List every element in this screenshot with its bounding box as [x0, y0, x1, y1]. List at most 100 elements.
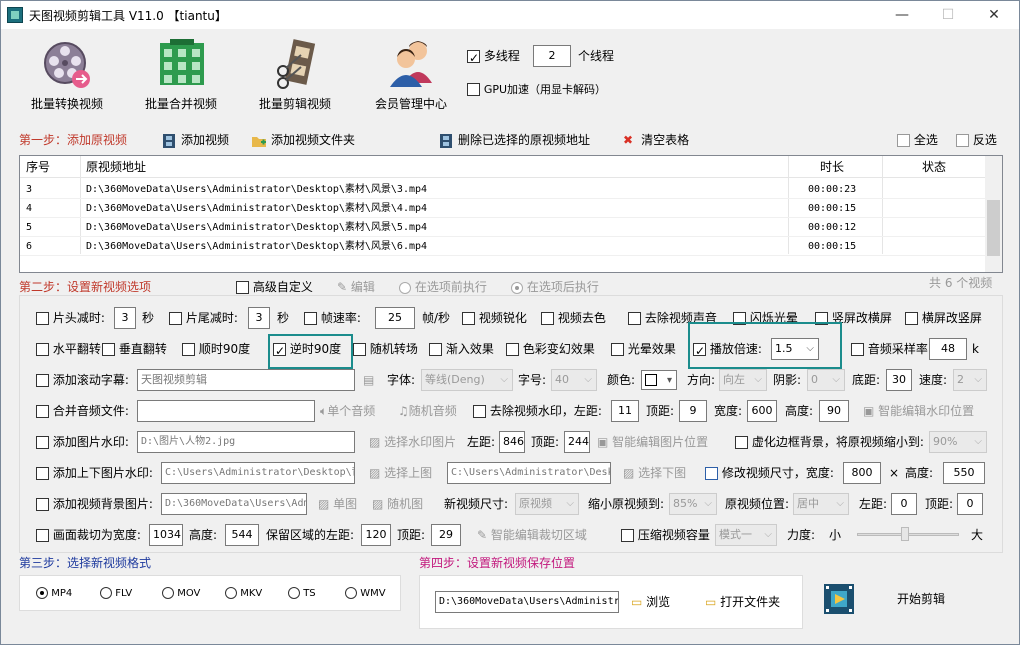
- bg-image-input[interactable]: D:\360MoveData\Users\Adm: [161, 493, 307, 515]
- smart-watermark-button[interactable]: ▣ 智能编辑水印位置: [863, 401, 974, 421]
- maximize-button[interactable]: ☐: [925, 1, 971, 29]
- crop-height-input[interactable]: 544: [225, 524, 259, 546]
- delete-selected-button[interactable]: 删除已选择的原视频地址: [438, 130, 590, 150]
- single-image-button[interactable]: ▨ 单图: [318, 494, 357, 514]
- multithread-checkbox[interactable]: [467, 48, 480, 68]
- font-size-select[interactable]: 40 ⌵: [551, 369, 597, 391]
- bg-image-option[interactable]: 添加视频背景图片:: [36, 494, 153, 514]
- single-audio-button[interactable]: 🔈︎单个音频: [320, 401, 375, 421]
- shrink-select[interactable]: 85% ⌵: [669, 493, 717, 515]
- position-select[interactable]: 居中 ⌵: [793, 493, 849, 515]
- fade-in-option[interactable]: 渐入效果: [429, 339, 494, 359]
- start-edit-button[interactable]: 开始剪辑: [897, 589, 945, 609]
- keep-top-input[interactable]: 29: [431, 524, 461, 546]
- fps-input[interactable]: 25: [375, 307, 415, 329]
- col-status[interactable]: 状态: [922, 156, 946, 178]
- img-left-input[interactable]: 846: [499, 431, 525, 453]
- format-mov[interactable]: MOV: [162, 584, 200, 604]
- smart-crop-button[interactable]: ✎ 智能编辑裁切区域: [477, 525, 587, 545]
- before-option[interactable]: 在选项前执行: [399, 277, 487, 297]
- resize-width-input[interactable]: 800: [843, 462, 881, 484]
- gpu-checkbox[interactable]: [467, 83, 480, 96]
- format-ts[interactable]: TS: [288, 584, 316, 604]
- hflip-option[interactable]: 水平翻转: [36, 339, 101, 359]
- sharpen-option[interactable]: 视频锐化: [462, 308, 527, 328]
- invert-selection-button[interactable]: 反选: [956, 130, 997, 150]
- video-table[interactable]: 序号 原视频地址 时长 状态 3 D:\360MoveData\Users\Ad…: [19, 155, 1003, 273]
- after-option[interactable]: 在选项后执行: [511, 277, 599, 297]
- shadow-select[interactable]: 0 ⌵: [807, 369, 845, 391]
- col-path[interactable]: 原视频地址: [86, 156, 146, 178]
- crop-width-input[interactable]: 1034: [149, 524, 183, 546]
- pos-top-input[interactable]: 0: [957, 493, 983, 515]
- random-audio-button[interactable]: ♫随机音频: [398, 401, 457, 421]
- bottom-input[interactable]: 30: [886, 369, 912, 391]
- format-mkv[interactable]: MKV: [225, 584, 262, 604]
- speed2-select[interactable]: 2 ⌵: [953, 369, 987, 391]
- wm-height-input[interactable]: 90: [819, 400, 849, 422]
- compress-mode-select[interactable]: 模式一 ⌵: [715, 524, 777, 546]
- table-row[interactable]: 5 D:\360MoveData\Users\Administrator\Des…: [20, 218, 986, 237]
- save-path-input[interactable]: D:\360MoveData\Users\Administr: [435, 591, 619, 613]
- font-edit-icon[interactable]: ▤: [363, 370, 374, 390]
- random-image-button[interactable]: ▨ 随机图: [372, 494, 423, 514]
- decolor-option[interactable]: 视频去色: [541, 308, 606, 328]
- col-index[interactable]: 序号: [26, 156, 50, 178]
- film-reel-convert-icon[interactable]: [41, 39, 93, 91]
- wm-width-input[interactable]: 600: [747, 400, 777, 422]
- audio-rate-option[interactable]: 音频采样率:: [851, 339, 932, 359]
- font-select[interactable]: 等线(Deng) ⌵: [421, 369, 513, 391]
- format-wmv[interactable]: WMV: [345, 584, 386, 604]
- choose-top-button[interactable]: ▨ 选择上图: [369, 463, 432, 483]
- advanced-option[interactable]: 高级自定义: [236, 277, 313, 297]
- col-duration[interactable]: 时长: [820, 156, 844, 178]
- merge-audio-input[interactable]: [137, 400, 315, 422]
- color-picker[interactable]: ▾: [641, 370, 677, 390]
- batch-convert-button[interactable]: 批量转换视频: [31, 95, 103, 112]
- tail-cut-input[interactable]: 3: [248, 307, 270, 329]
- format-mp4[interactable]: MP4: [36, 584, 72, 604]
- tail-cut-option[interactable]: 片尾减时:: [169, 308, 238, 328]
- new-size-select[interactable]: 原视频 ⌵: [515, 493, 579, 515]
- table-row[interactable]: 4 D:\360MoveData\Users\Administrator\Des…: [20, 199, 986, 218]
- scrollbar-thumb[interactable]: [987, 200, 1000, 256]
- thread-count-input[interactable]: 2: [533, 45, 571, 67]
- random-transition-option[interactable]: 随机转场: [353, 339, 418, 359]
- fps-option[interactable]: 帧速率:: [304, 308, 361, 328]
- image-watermark-option[interactable]: 添加图片水印:: [36, 432, 129, 452]
- add-video-button[interactable]: 添加视频: [161, 130, 229, 150]
- edit-button[interactable]: ✎ 编辑: [337, 277, 375, 297]
- vflip-option[interactable]: 垂直翻转: [102, 339, 167, 359]
- add-folder-button[interactable]: 添加视频文件夹: [251, 130, 355, 150]
- scroll-subtitle-input[interactable]: 天图视频剪辑: [137, 369, 355, 391]
- choose-bottom-button[interactable]: ▨ 选择下图: [623, 463, 686, 483]
- head-cut-option[interactable]: 片头减时:: [36, 308, 105, 328]
- blur-bg-option[interactable]: 虚化边框背景，将原视频缩小到:: [735, 432, 924, 452]
- h2v-option[interactable]: 横屏改竖屏: [905, 308, 982, 328]
- after-radio[interactable]: [511, 281, 523, 294]
- smart-image-button[interactable]: ▣ 智能编辑图片位置: [597, 432, 708, 452]
- resize-option[interactable]: 修改视频尺寸，宽度:: [705, 463, 834, 483]
- format-flv[interactable]: FLV: [100, 584, 132, 604]
- scroll-subtitle-option[interactable]: 添加滚动字幕:: [36, 370, 129, 390]
- close-button[interactable]: ✕: [971, 1, 1017, 29]
- color-fx-option[interactable]: 色彩变幻效果: [506, 339, 595, 359]
- audio-rate-input[interactable]: 48: [929, 338, 967, 360]
- advanced-checkbox[interactable]: [236, 281, 249, 294]
- blur-select[interactable]: 90% ⌵: [929, 431, 987, 453]
- halo-option[interactable]: 光晕效果: [611, 339, 676, 359]
- members-icon[interactable]: [386, 37, 438, 89]
- strength-slider-thumb[interactable]: [901, 527, 909, 541]
- image-watermark-input[interactable]: D:\图片\人物2.jpg: [137, 431, 355, 453]
- top-image-input[interactable]: C:\Users\Administrator\Desktop\背: [161, 462, 355, 484]
- table-row[interactable]: 3 D:\360MoveData\Users\Administrator\Des…: [20, 180, 986, 199]
- bottom-image-input[interactable]: C:\Users\Administrator\Desk: [447, 462, 611, 484]
- wm-left-input[interactable]: 11: [611, 400, 639, 422]
- browse-button[interactable]: ▭ 浏览: [631, 592, 670, 612]
- film-scissors-icon[interactable]: [271, 37, 323, 89]
- head-cut-input[interactable]: 3: [114, 307, 136, 329]
- multithread-option[interactable]: 多线程: [467, 46, 520, 68]
- compress-option[interactable]: 压缩视频容量: [621, 525, 710, 545]
- keep-left-input[interactable]: 120: [361, 524, 391, 546]
- choose-watermark-button[interactable]: ▨ 选择水印图片: [369, 432, 456, 452]
